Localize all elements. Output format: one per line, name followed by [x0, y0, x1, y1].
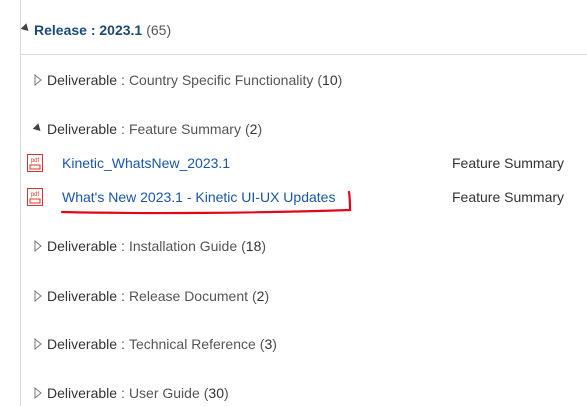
expanded-triangle-icon[interactable]	[32, 122, 44, 134]
pdf-icon: pdf	[27, 188, 43, 206]
svg-text:pdf: pdf	[31, 158, 40, 164]
tree-guide-line	[20, 0, 21, 406]
release-key: Release	[34, 22, 87, 38]
collapsed-triangle-icon[interactable]	[34, 74, 42, 86]
document-link[interactable]: What's New 2023.1 - Kinetic UI-UX Update…	[62, 189, 335, 205]
document-type: Feature Summary	[452, 155, 565, 171]
section-divider	[20, 54, 587, 55]
release-node[interactable]: Release : 2023.1 (65)	[20, 22, 172, 38]
collapsed-triangle-icon[interactable]	[34, 338, 42, 350]
release-value: 2023.1	[99, 22, 143, 38]
document-type: Feature Summary	[452, 189, 565, 205]
collapsed-triangle-icon[interactable]	[34, 290, 42, 302]
expanded-triangle-icon[interactable]	[20, 23, 32, 34]
deliverable-feature-summary[interactable]: Deliverable : Feature Summary (2)	[32, 121, 262, 137]
release-count: (65)	[146, 22, 172, 38]
svg-text:pdf: pdf	[31, 192, 40, 198]
deliverable-technical-reference[interactable]: Deliverable : Technical Reference (3)	[34, 336, 277, 352]
deliverable-country-specific[interactable]: Deliverable : Country Specific Functiona…	[34, 72, 342, 88]
document-row: pdf What's New 2023.1 - Kinetic UI-UX Up…	[26, 188, 586, 206]
pdf-icon: pdf	[27, 154, 43, 172]
document-link[interactable]: Kinetic_WhatsNew_2023.1	[62, 155, 230, 171]
collapsed-triangle-icon[interactable]	[34, 387, 42, 399]
document-row: pdf Kinetic_WhatsNew_2023.1 Feature Summ…	[26, 154, 586, 172]
deliverable-installation-guide[interactable]: Deliverable : Installation Guide (18)	[34, 238, 266, 254]
collapsed-triangle-icon[interactable]	[34, 240, 42, 252]
deliverable-release-document[interactable]: Deliverable : Release Document (2)	[34, 288, 269, 304]
deliverable-user-guide[interactable]: Deliverable : User Guide (30)	[34, 385, 229, 401]
